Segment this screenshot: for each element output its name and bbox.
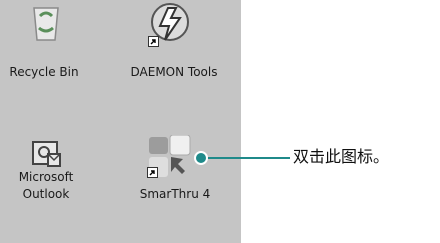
shortcut-arrow-icon [147, 167, 158, 178]
desktop-icon-smarthru-4[interactable]: SmarThru 4 [120, 130, 230, 230]
desktop-icon-recycle-bin[interactable]: Recycle Bin [0, 0, 92, 92]
icon-label: Recycle Bin [9, 65, 79, 79]
icon-label-line2: Outlook [22, 187, 70, 201]
icon-label: DAEMON Tools [130, 65, 218, 79]
outlook-icon [30, 140, 62, 170]
icon-label-line1: Microsoft [18, 170, 74, 184]
recycle-bin-icon [28, 2, 64, 42]
desktop: Recycle Bin DAEMON Tools Microsoft Outlo… [0, 0, 241, 243]
icon-label: SmarThru 4 [139, 187, 211, 201]
desktop-icon-daemon-tools[interactable]: DAEMON Tools [112, 0, 236, 92]
callout-pointer-dot [194, 151, 208, 165]
callout-text: 双击此图标。 [293, 147, 390, 166]
callout-line [202, 157, 290, 159]
desktop-icon-microsoft-outlook[interactable]: Microsoft Outlook [0, 130, 92, 240]
shortcut-arrow-icon [148, 36, 159, 47]
